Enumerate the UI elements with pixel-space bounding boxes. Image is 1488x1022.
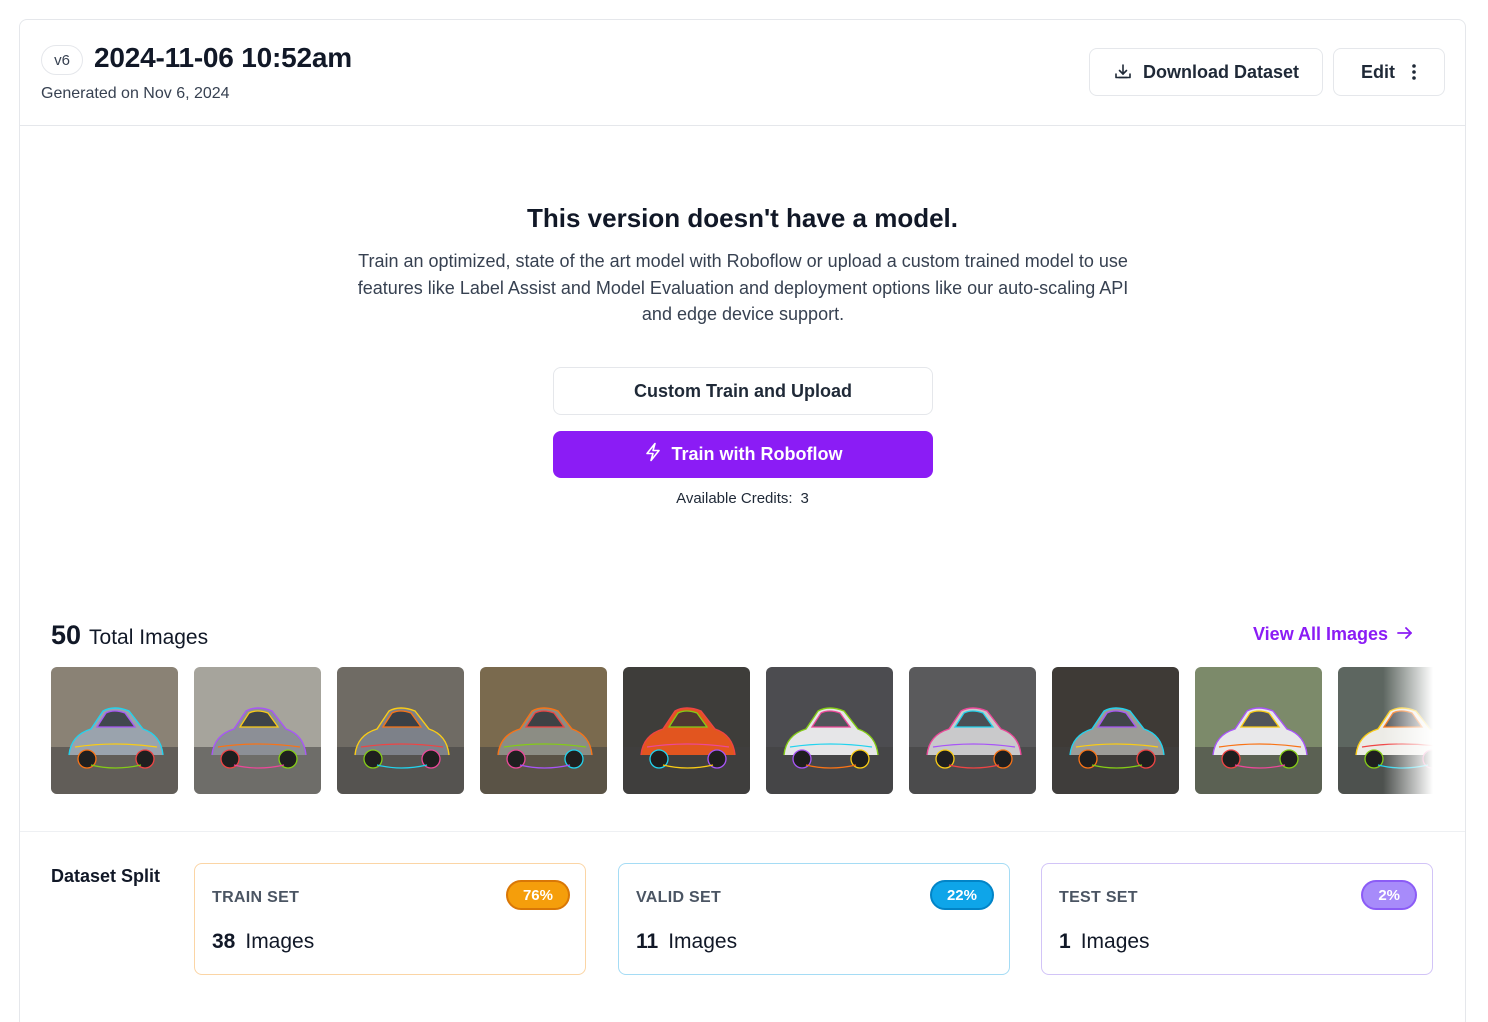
train-set-unit: Images (245, 930, 315, 953)
credits-label: Available Credits: (676, 490, 793, 507)
image-thumbnail[interactable] (51, 667, 178, 794)
train-with-roboflow-button[interactable]: Train with Roboflow (553, 431, 933, 478)
valid-set-name: VALID SET (636, 889, 722, 906)
available-credits: Available Credits: 3 (20, 490, 1465, 507)
valid-set-count: 11 (636, 930, 659, 953)
test-set-count: 1 (1059, 930, 1071, 953)
image-thumbnail[interactable] (480, 667, 607, 794)
test-set-percent-badge: 2% (1361, 880, 1417, 910)
valid-set-percent-badge: 22% (929, 880, 994, 910)
image-thumbnail[interactable] (1338, 667, 1433, 794)
image-thumbnail[interactable] (623, 667, 750, 794)
view-all-images-label: View All Images (1253, 624, 1389, 644)
test-set-unit: Images (1080, 930, 1150, 953)
train-set-card: TRAIN SET 76% 38 Images (194, 863, 586, 975)
version-header: v6 2024-11-06 10:52am Generated on Nov 6… (20, 20, 1465, 126)
image-thumbnail-strip (51, 667, 1433, 795)
custom-train-upload-label: Custom Train and Upload (633, 380, 852, 401)
more-vertical-icon (1411, 63, 1417, 81)
lightning-icon (644, 442, 662, 467)
version-title: 2024-11-06 10:52am (94, 42, 352, 73)
train-with-roboflow-label: Train with Roboflow (671, 444, 843, 464)
download-icon (1113, 62, 1133, 82)
download-dataset-label: Download Dataset (1142, 61, 1300, 82)
train-set-name: TRAIN SET (212, 889, 300, 906)
generated-date: Generated on Nov 6, 2024 (41, 85, 230, 102)
image-thumbnail[interactable] (1052, 667, 1179, 794)
no-model-title: This version doesn't have a model. (527, 203, 958, 233)
dataset-version-card: v6 2024-11-06 10:52am Generated on Nov 6… (19, 19, 1466, 1022)
section-divider (20, 831, 1465, 832)
test-set-name: TEST SET (1059, 889, 1138, 906)
total-images-label: Total Images (89, 626, 209, 649)
custom-train-upload-button[interactable]: Custom Train and Upload (553, 367, 933, 415)
total-images-count: 50 (51, 620, 82, 650)
train-set-images: 38 Images (212, 930, 314, 954)
version-badge: v6 (41, 45, 83, 75)
no-model-description: Train an optimized, state of the art mod… (357, 251, 1129, 324)
arrow-right-icon (1396, 624, 1414, 645)
dataset-split-label: Dataset Split (51, 866, 161, 886)
total-images: 50 Total Images (51, 620, 208, 651)
train-set-percent-badge: 76% (505, 880, 570, 910)
image-thumbnail[interactable] (194, 667, 321, 794)
edit-label: Edit (1361, 61, 1395, 82)
image-thumbnail[interactable] (1195, 667, 1322, 794)
image-thumbnail[interactable] (909, 667, 1036, 794)
test-set-images: 1 Images (1059, 930, 1150, 954)
image-thumbnail[interactable] (337, 667, 464, 794)
download-dataset-button[interactable]: Download Dataset (1089, 48, 1323, 96)
train-set-count: 38 (212, 930, 236, 953)
view-all-images-link[interactable]: View All Images (1253, 624, 1414, 645)
valid-set-images: 11 Images (636, 930, 737, 954)
test-set-card: TEST SET 2% 1 Images (1041, 863, 1433, 975)
valid-set-unit: Images (668, 930, 738, 953)
valid-set-card: VALID SET 22% 11 Images (618, 863, 1010, 975)
credits-value: 3 (800, 490, 809, 507)
edit-button[interactable]: Edit (1333, 48, 1445, 96)
image-thumbnail[interactable] (766, 667, 893, 794)
